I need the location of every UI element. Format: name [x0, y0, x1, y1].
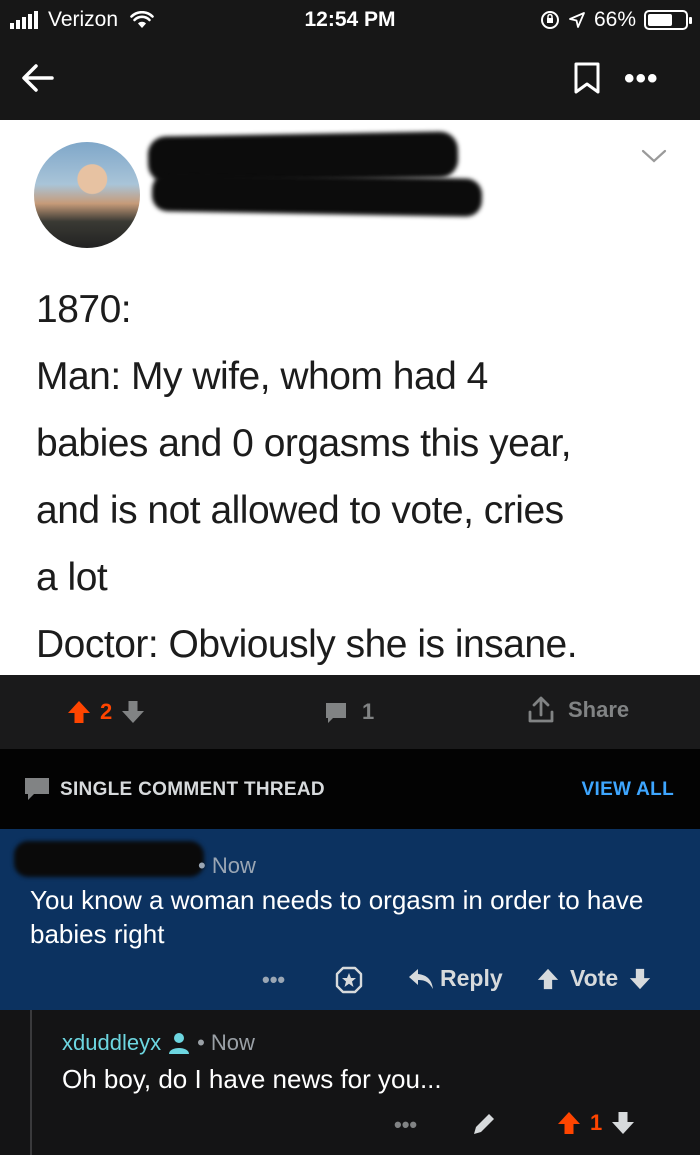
- reply-comment: xduddleyx • Now Oh boy, do I have news f…: [0, 1010, 700, 1155]
- post-image[interactable]: 1870: Man: My wife, whom had 4 babies an…: [0, 120, 700, 675]
- comment-icon: [25, 778, 49, 800]
- view-all-link[interactable]: VIEW ALL: [582, 779, 674, 801]
- pencil-icon[interactable]: [470, 1110, 498, 1138]
- tweet-text: 1870: Man: My wife, whom had 4 babies an…: [36, 288, 578, 666]
- comment-icon: [326, 703, 346, 723]
- comment-time: Now: [211, 853, 256, 878]
- chevron-down-icon: [641, 149, 667, 163]
- vote-label: Vote: [570, 965, 619, 991]
- comment-count: 1: [362, 699, 375, 724]
- post-vote-group: 2: [66, 699, 146, 725]
- post-score: 2: [100, 699, 113, 724]
- more-icon[interactable]: •••: [262, 967, 292, 992]
- comment-meta: • Now: [198, 853, 256, 878]
- comment-score: 1: [590, 1110, 603, 1135]
- comment-vote: Vote: [536, 965, 652, 992]
- location-arrow-icon: [569, 12, 585, 28]
- share-icon: [528, 696, 554, 723]
- comment-username[interactable]: xduddleyx: [62, 1030, 161, 1056]
- bookmark-icon[interactable]: [570, 60, 604, 96]
- reply-button[interactable]: Reply: [408, 965, 503, 992]
- back-arrow-icon[interactable]: [18, 58, 58, 98]
- share-button[interactable]: Share: [526, 695, 629, 725]
- upvote-icon[interactable]: [556, 1110, 582, 1136]
- status-bar: Verizon 12:54 PM 66%: [0, 0, 700, 40]
- thread-header: SINGLE COMMENT THREAD VIEW ALL: [0, 749, 700, 829]
- reply-icon: [409, 968, 433, 989]
- award-icon[interactable]: [334, 965, 364, 995]
- comment-meta: xduddleyx • Now: [62, 1030, 255, 1056]
- thread-title: SINGLE COMMENT THREAD: [60, 779, 325, 800]
- share-label: Share: [568, 697, 630, 722]
- comment-actions: ••• 1: [0, 1110, 700, 1150]
- downvote-icon[interactable]: [628, 967, 652, 991]
- comment-body: Oh boy, do I have news for you...: [62, 1064, 442, 1094]
- comment-vote: 1: [556, 1110, 636, 1136]
- battery-icon: [644, 10, 692, 30]
- post-actions: 2 1 Share: [0, 675, 700, 749]
- status-right: 66%: [540, 8, 692, 32]
- redaction-mark: [151, 173, 483, 217]
- more-icon[interactable]: •••: [624, 62, 664, 95]
- redaction-mark: [14, 841, 204, 877]
- comment-actions: ••• Reply Vote: [0, 963, 700, 1003]
- nav-bar: •••: [0, 40, 700, 120]
- reply-label: Reply: [440, 965, 503, 991]
- comments-button[interactable]: 1: [324, 699, 374, 725]
- comment-body: You know a woman needs to orgasm in orde…: [30, 885, 644, 949]
- battery-fill: [648, 14, 672, 26]
- op-user-icon: [169, 1033, 190, 1054]
- more-icon[interactable]: •••: [394, 1112, 417, 1138]
- battery-percent: 66%: [593, 8, 636, 31]
- rotation-lock-icon: [540, 11, 559, 29]
- highlighted-comment: • Now You know a woman needs to orgasm i…: [0, 829, 700, 1010]
- comment-time: • Now: [197, 1030, 255, 1055]
- upvote-icon[interactable]: [66, 699, 92, 725]
- downvote-icon[interactable]: [120, 699, 146, 725]
- tweet-avatar: [34, 142, 140, 248]
- downvote-icon[interactable]: [610, 1110, 636, 1136]
- upvote-icon[interactable]: [536, 967, 560, 991]
